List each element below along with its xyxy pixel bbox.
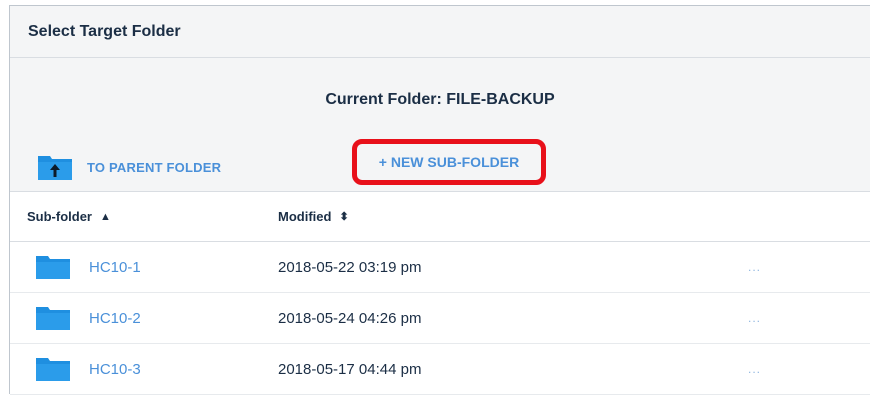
row-menu-button[interactable]: ... <box>748 362 761 376</box>
subfolder-header-label: Sub-folder <box>27 209 92 224</box>
folder-name-link[interactable]: HC10-3 <box>89 361 141 378</box>
subfolder-column-header[interactable]: Sub-folder ▲ <box>10 209 278 224</box>
modified-header-label: Modified <box>278 209 332 224</box>
sort-toggle-icon: ⬍ <box>339 211 349 223</box>
row-name-cell: HC10-2 <box>10 305 278 331</box>
folder-name-link[interactable]: HC10-2 <box>89 310 141 327</box>
select-target-folder-dialog: Select Target Folder Current Folder: FIL… <box>9 5 870 395</box>
new-sub-folder-label: + NEW SUB-FOLDER <box>378 154 520 170</box>
current-folder-label: Current Folder: FILE-BACKUP <box>325 91 555 108</box>
to-parent-folder-label: TO PARENT FOLDER <box>87 159 222 175</box>
folder-name-link[interactable]: HC10-1 <box>89 259 141 276</box>
dialog-title: Select Target Folder <box>28 22 181 40</box>
row-menu-button[interactable]: ... <box>748 311 761 325</box>
table-row[interactable]: HC10-2 2018-05-24 04:26 pm ... <box>10 293 870 344</box>
dialog-title-bar: Select Target Folder <box>10 6 870 58</box>
folder-icon <box>36 358 70 381</box>
folder-icon <box>36 307 70 330</box>
table-header: Sub-folder ▲ Modified ⬍ <box>10 192 870 242</box>
new-sub-folder-button[interactable]: + NEW SUB-FOLDER <box>352 139 546 185</box>
modified-date: 2018-05-17 04:44 pm <box>278 360 422 378</box>
folder-navigation-area: Current Folder: FILE-BACKUP TO PARENT FO… <box>10 58 870 192</box>
row-menu-button[interactable]: ... <box>748 260 761 274</box>
row-name-cell: HC10-1 <box>10 254 278 280</box>
table-row[interactable]: HC10-3 2018-05-17 04:44 pm ... <box>10 344 870 395</box>
parent-folder-icon <box>37 153 73 181</box>
to-parent-folder-button[interactable]: TO PARENT FOLDER <box>37 153 221 181</box>
folder-icon <box>36 256 70 279</box>
row-name-cell: HC10-3 <box>10 356 278 382</box>
sort-ascending-icon: ▲ <box>100 210 111 223</box>
modified-date: 2018-05-22 03:19 pm <box>278 258 422 276</box>
modified-column-header[interactable]: Modified ⬍ <box>278 209 349 224</box>
table-row[interactable]: HC10-1 2018-05-22 03:19 pm ... <box>10 242 870 293</box>
modified-date: 2018-05-24 04:26 pm <box>278 309 422 327</box>
